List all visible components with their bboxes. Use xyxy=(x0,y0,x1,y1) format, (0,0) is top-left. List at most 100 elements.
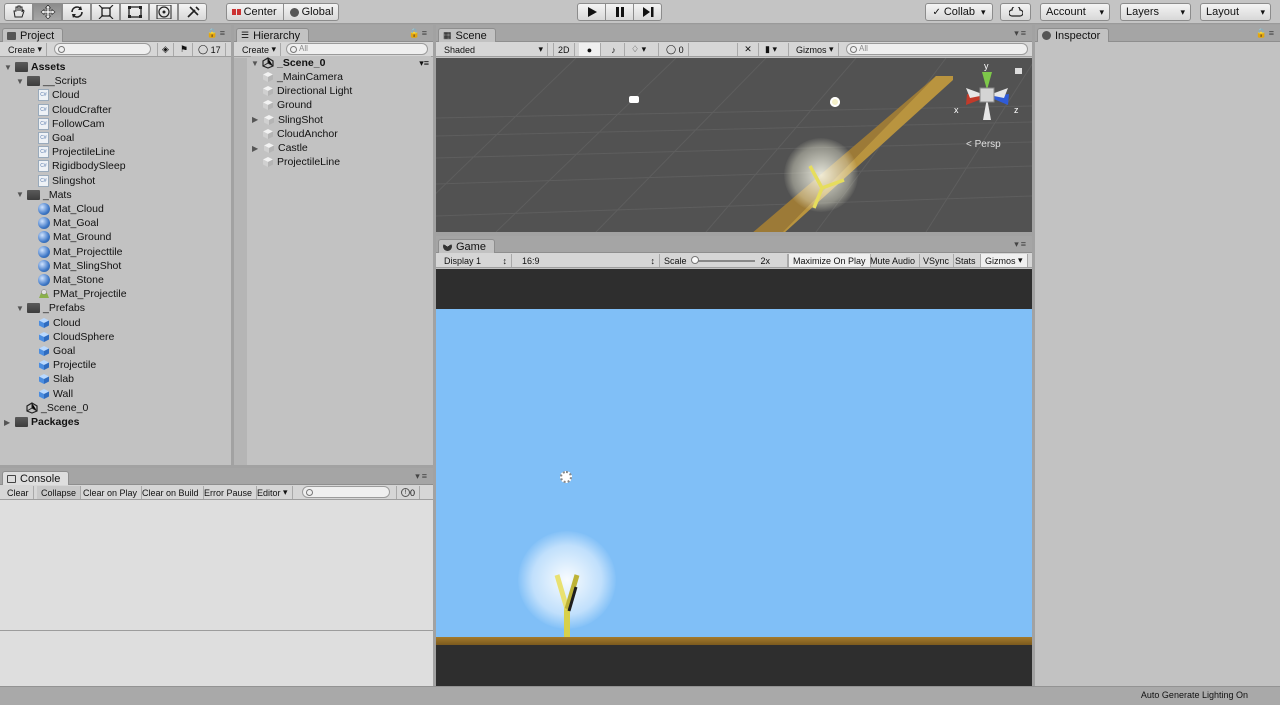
search-by-label-icon[interactable]: ⚑ xyxy=(176,43,194,56)
project-search-input[interactable] xyxy=(54,43,151,55)
project-item[interactable]: ▼ _Prefabs xyxy=(16,301,85,315)
play-button[interactable] xyxy=(577,3,606,21)
scene-viewport[interactable]: y x z < Persp xyxy=(436,58,1032,232)
scale-tool-button[interactable] xyxy=(91,3,120,21)
project-item[interactable]: CloudSphere xyxy=(38,330,114,344)
scene-audio-toggle[interactable]: ♪ xyxy=(603,43,625,56)
project-item[interactable]: Projectile xyxy=(38,358,96,372)
collapse-arrow-icon[interactable]: ▶ xyxy=(4,418,12,427)
maximize-on-play-toggle[interactable]: Maximize On Play xyxy=(788,254,871,267)
hierarchy-item[interactable]: ▶ Castle xyxy=(252,141,308,155)
pivot-center-button[interactable]: Center xyxy=(226,4,283,20)
scene-tools-button[interactable]: ✕ xyxy=(737,43,759,56)
scene-effects-dropdown[interactable]: ♢ ▾ xyxy=(627,43,659,56)
project-item[interactable]: _Scene_0 xyxy=(26,401,88,415)
move-tool-button[interactable] xyxy=(33,3,62,21)
hierarchy-item[interactable]: Ground xyxy=(262,98,312,112)
tab-project[interactable]: Project xyxy=(2,28,64,42)
tab-hierarchy[interactable]: ☰ Hierarchy xyxy=(236,28,310,42)
account-dropdown[interactable]: Account xyxy=(1040,3,1110,21)
project-item[interactable]: Cloud xyxy=(38,316,80,330)
project-item[interactable]: C# Cloud xyxy=(38,88,79,102)
hierarchy-item[interactable]: CloudAnchor xyxy=(262,127,338,141)
vsync-toggle[interactable]: VSync xyxy=(919,254,955,267)
scene-root-row[interactable]: ▼ _Scene_0 ▾≡ xyxy=(251,56,431,70)
console-collapse-button[interactable]: Collapse xyxy=(37,486,82,499)
expand-arrow-icon[interactable]: ▼ xyxy=(16,304,24,313)
rotate-tool-button[interactable] xyxy=(62,3,91,21)
layers-dropdown[interactable]: Layers xyxy=(1120,3,1191,21)
hierarchy-item[interactable]: Directional Light xyxy=(262,84,352,98)
project-item[interactable]: ▶ Packages xyxy=(4,415,79,429)
tab-scene[interactable]: ▦ Scene xyxy=(438,28,496,42)
pause-button[interactable] xyxy=(605,3,634,21)
transform-tool-button[interactable] xyxy=(149,3,178,21)
project-item[interactable]: PMat_Projectile xyxy=(38,287,127,301)
console-clear-on-play-button[interactable]: Clear on Play xyxy=(79,486,143,499)
scene-lighting-toggle[interactable]: ● xyxy=(579,43,601,56)
panel-menu-icon[interactable]: 🔒≡ xyxy=(1256,28,1276,39)
project-item[interactable]: Mat_Goal xyxy=(38,216,99,230)
console-split-divider[interactable] xyxy=(0,630,433,631)
scene-gizmos-dropdown[interactable]: Gizmos ▾ xyxy=(792,43,839,56)
expand-arrow-icon[interactable]: ▼ xyxy=(4,63,12,72)
aspect-dropdown[interactable]: 16:9 ↕ xyxy=(518,254,660,267)
scale-slider-thumb[interactable] xyxy=(690,255,699,264)
tab-console[interactable]: Console xyxy=(2,471,70,485)
project-item[interactable]: Mat_Ground xyxy=(38,230,111,244)
search-by-type-icon[interactable]: ◈ xyxy=(157,43,174,56)
orientation-gizmo[interactable]: y x z xyxy=(952,60,1022,130)
project-item[interactable]: C# RigidbodySleep xyxy=(38,159,126,173)
layout-dropdown[interactable]: Layout xyxy=(1200,3,1271,21)
project-item[interactable]: C# Slingshot xyxy=(38,174,95,188)
persp-label[interactable]: < Persp xyxy=(966,139,1001,150)
project-item[interactable]: Slab xyxy=(38,372,74,386)
project-item[interactable]: C# CloudCrafter xyxy=(38,103,112,117)
hierarchy-item[interactable]: _MainCamera xyxy=(262,70,343,84)
display-dropdown[interactable]: Display 1 ↕ xyxy=(440,254,512,267)
step-button[interactable] xyxy=(633,3,662,21)
hierarchy-item[interactable]: ▶ SlingShot xyxy=(252,113,323,127)
panel-menu-icon[interactable]: ▾≡ xyxy=(1014,28,1028,39)
scene-search-input[interactable]: All xyxy=(846,43,1028,55)
rect-tool-button[interactable] xyxy=(120,3,149,21)
game-gizmos-dropdown[interactable]: Gizmos ▾ xyxy=(981,254,1028,267)
custom-tool-button[interactable] xyxy=(178,3,207,21)
shading-mode-dropdown[interactable]: Shaded ▾ xyxy=(440,43,548,56)
hidden-objects-toggle[interactable]: ◯ 0 xyxy=(662,43,689,56)
project-item[interactable]: Mat_Projecttile xyxy=(38,245,122,259)
tab-inspector[interactable]: Inspector xyxy=(1037,28,1110,42)
hidden-packages-button[interactable]: ◯ 17 xyxy=(194,43,226,56)
hand-tool-button[interactable] xyxy=(4,3,33,21)
console-info-toggle[interactable]: ! 0 xyxy=(396,486,421,499)
scene-camera-dropdown[interactable]: ▮ ▾ xyxy=(761,43,789,56)
scale-slider-track[interactable] xyxy=(690,255,755,264)
cloud-services-button[interactable] xyxy=(1000,3,1031,21)
expand-arrow-icon[interactable]: ▼ xyxy=(16,190,24,199)
console-search-input[interactable] xyxy=(302,486,390,498)
global-space-button[interactable]: Global xyxy=(282,4,340,20)
project-item[interactable]: ▼ __Scripts xyxy=(16,74,87,88)
hierarchy-create-button[interactable]: Create ▾ xyxy=(238,43,282,56)
project-create-button[interactable]: Create ▾ xyxy=(4,43,48,56)
project-item[interactable]: ▼ _Mats xyxy=(16,188,72,202)
project-item[interactable]: C# FollowCam xyxy=(38,117,105,131)
collab-dropdown[interactable]: ✓ Collab xyxy=(925,3,993,21)
project-item[interactable]: ▼ Assets xyxy=(4,60,65,74)
console-clear-button[interactable]: Clear xyxy=(3,486,34,499)
tab-game[interactable]: Game xyxy=(438,239,495,253)
project-item[interactable]: Wall xyxy=(38,387,73,401)
hierarchy-item[interactable]: ProjectileLine xyxy=(262,155,340,169)
project-item[interactable]: Mat_Stone xyxy=(38,273,104,287)
console-editor-dropdown[interactable]: Editor ▾ xyxy=(253,486,293,499)
expand-arrow-icon[interactable]: ▼ xyxy=(16,77,24,86)
project-item[interactable]: Goal xyxy=(38,344,75,358)
2d-toggle[interactable]: 2D xyxy=(553,43,575,56)
collapse-arrow-icon[interactable]: ▶ xyxy=(252,144,260,153)
game-viewport[interactable] xyxy=(436,269,1032,686)
collapse-arrow-icon[interactable]: ▶ xyxy=(252,115,260,124)
panel-menu-icon[interactable]: 🔒≡ xyxy=(409,28,429,39)
project-item[interactable]: Mat_SlingShot xyxy=(38,259,121,273)
panel-menu-icon[interactable]: ▾≡ xyxy=(1014,239,1028,250)
mute-audio-toggle[interactable]: Mute Audio xyxy=(866,254,921,267)
